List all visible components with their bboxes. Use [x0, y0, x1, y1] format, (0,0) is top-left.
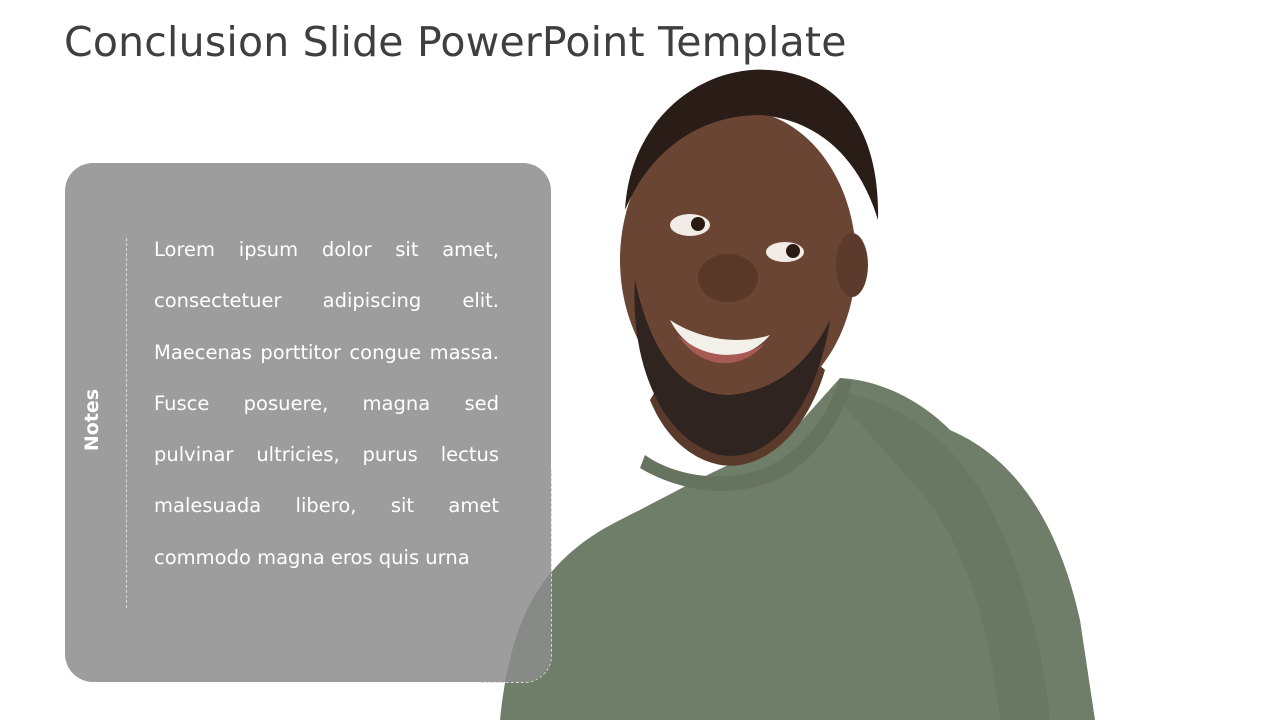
slide-title: Conclusion Slide PowerPoint Template [64, 18, 847, 66]
person-photo [500, 69, 1095, 720]
nose [698, 254, 758, 302]
dashed-divider [126, 238, 127, 608]
notes-text: Lorem ipsum dolor sit amet, consectetuer… [154, 238, 499, 569]
ear [836, 233, 868, 297]
notes-label: Notes [81, 388, 103, 452]
